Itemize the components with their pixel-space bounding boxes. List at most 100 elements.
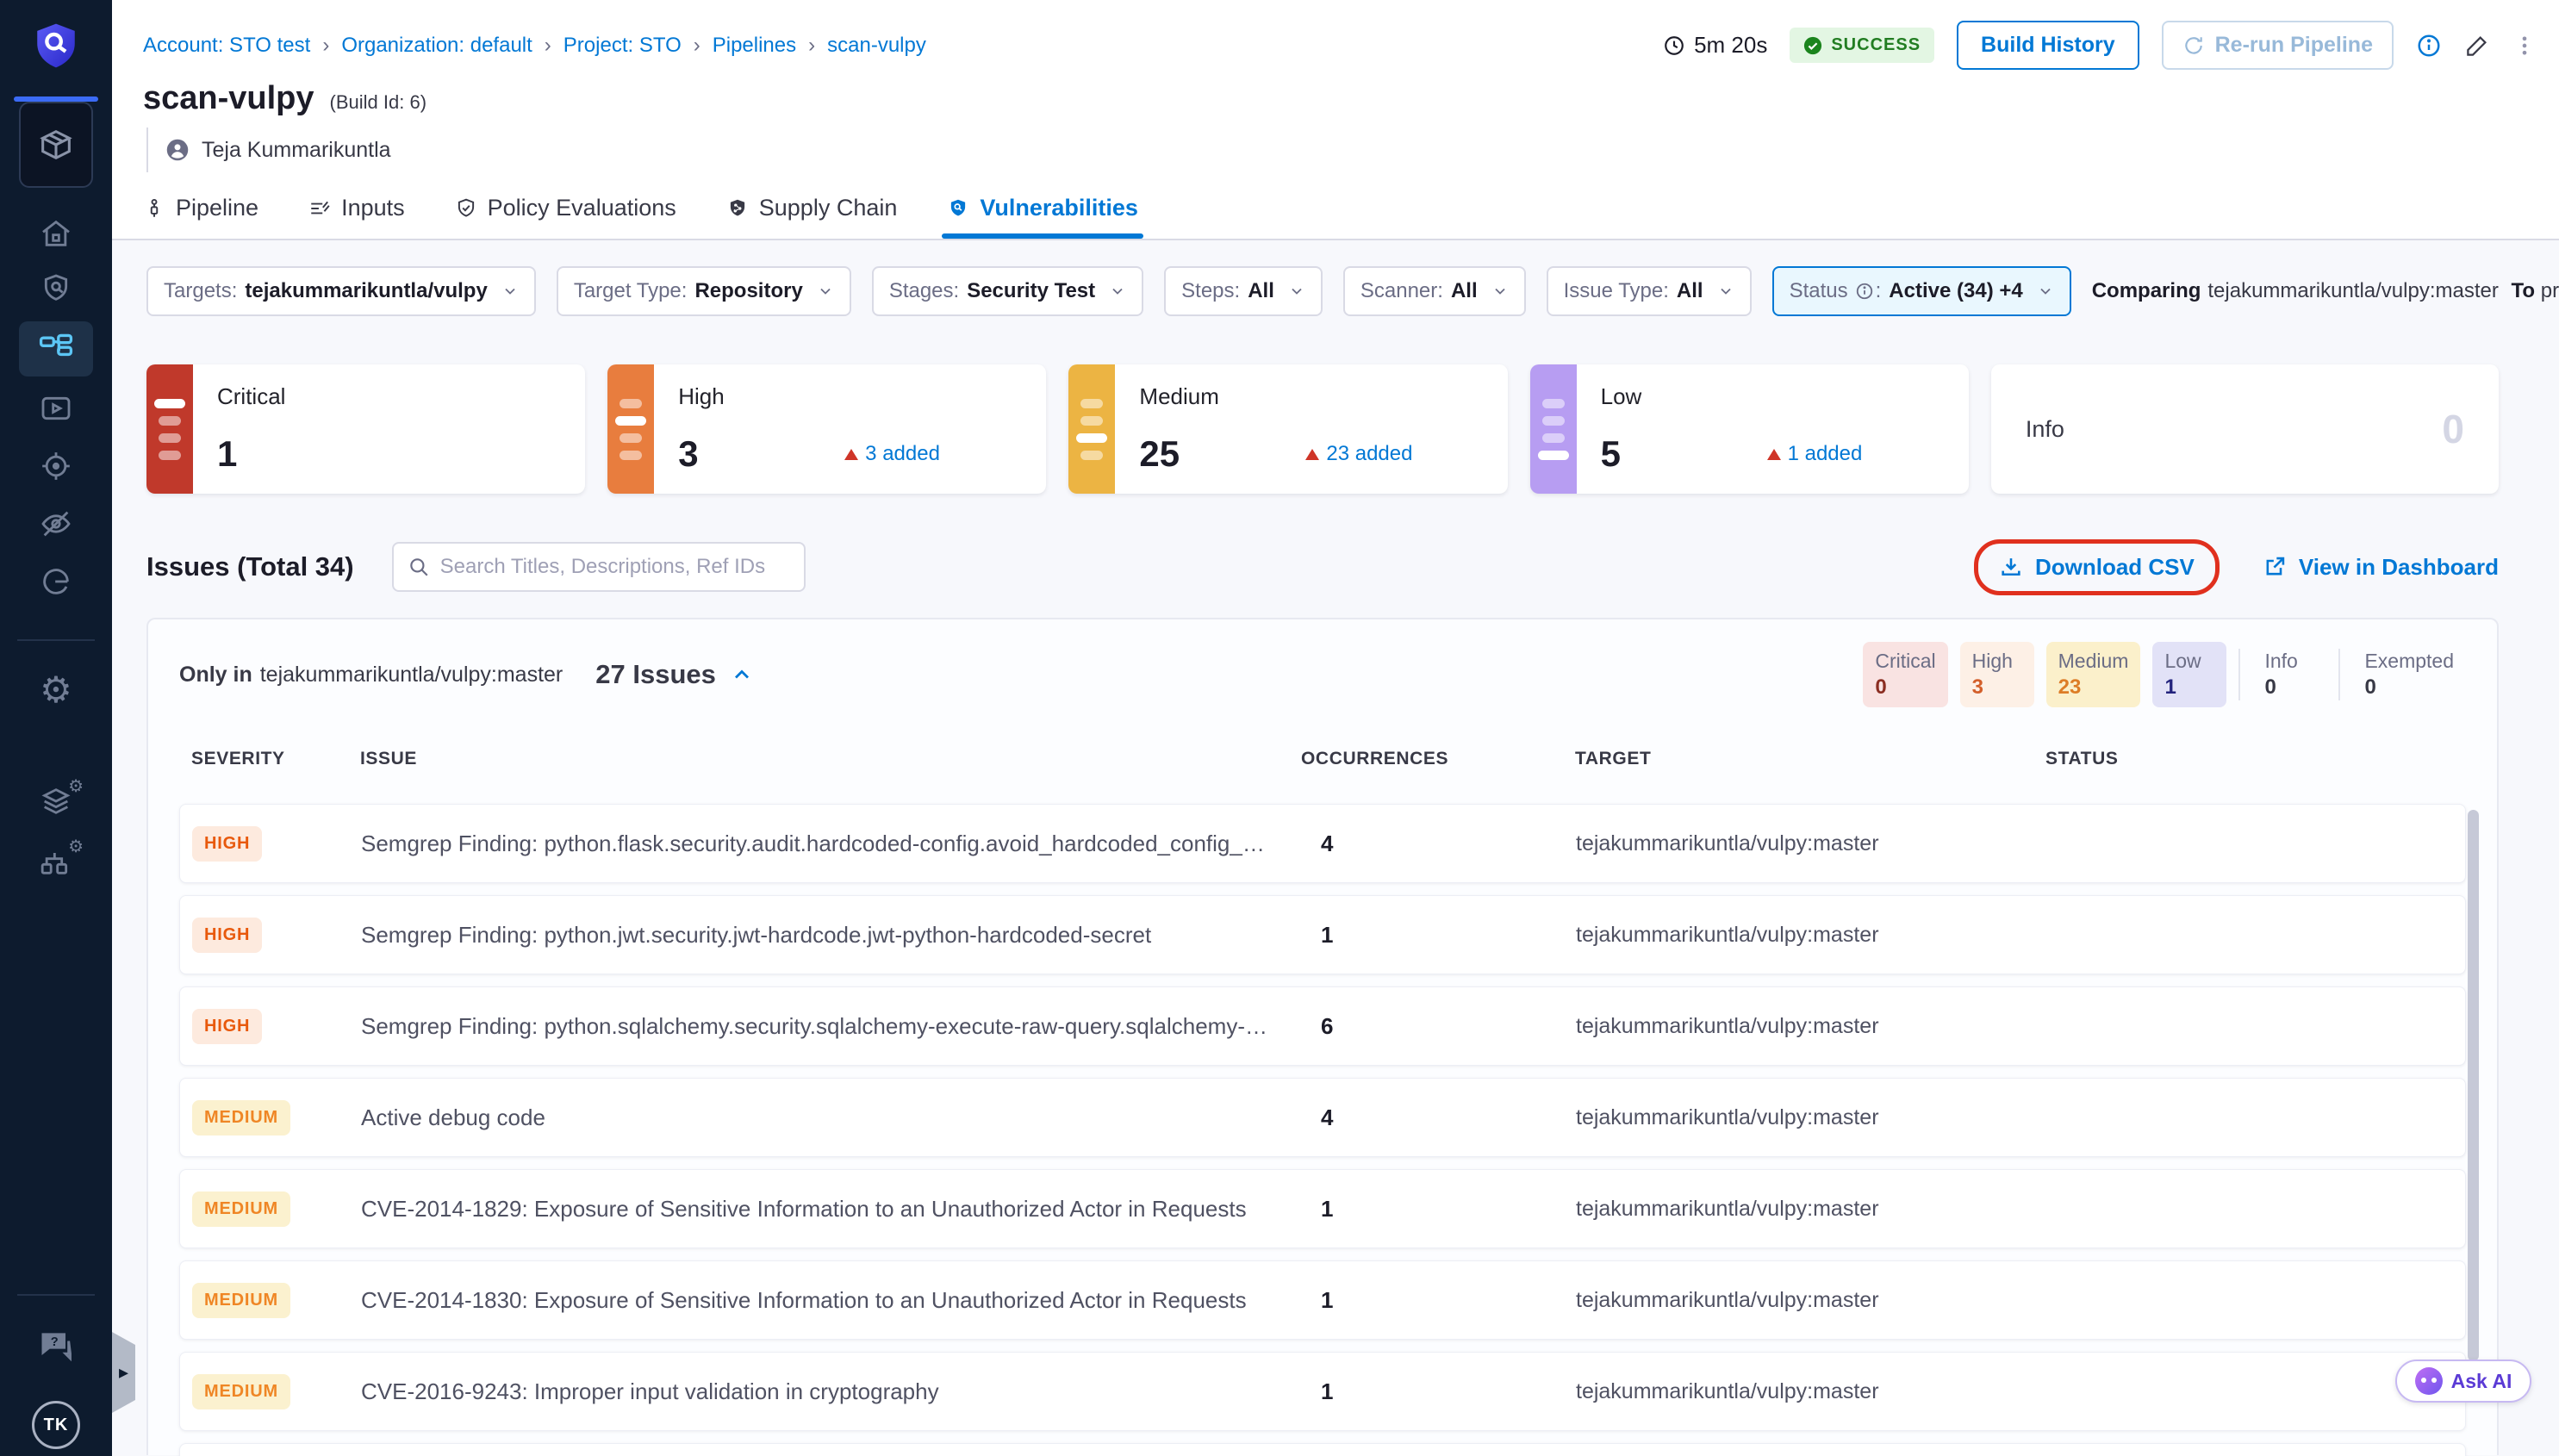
- vertical-scrollbar[interactable]: [2468, 810, 2479, 1361]
- info-icon[interactable]: [2416, 33, 2442, 59]
- download-csv-button[interactable]: Download CSV: [1999, 554, 2195, 581]
- chip-exempted[interactable]: Exempted0: [2352, 642, 2466, 707]
- inputs-icon: [308, 197, 331, 220]
- filter-targets[interactable]: Targets:tejakummarikuntla/vulpy: [146, 266, 536, 316]
- critical-count: 1: [217, 433, 237, 475]
- filter-target-type[interactable]: Target Type:Repository: [557, 266, 851, 316]
- breadcrumb-organization[interactable]: Organization: default: [341, 34, 532, 58]
- build-history-button[interactable]: Build History: [1957, 21, 2139, 70]
- sidebar-divider: [17, 639, 95, 641]
- sidebar-item-baselines[interactable]: [0, 564, 112, 599]
- card-low[interactable]: Low 5 1 added: [1530, 364, 1969, 494]
- tab-pipeline[interactable]: Pipeline: [143, 195, 258, 239]
- sidebar-item-scans[interactable]: [0, 271, 112, 306]
- sto-logo-icon: [0, 21, 112, 71]
- table-row[interactable]: HIGH Semgrep Finding: python.sqlalchemy.…: [179, 986, 2466, 1066]
- info-count: 0: [2442, 406, 2464, 452]
- sidebar-item-organizations[interactable]: ⚙: [0, 844, 112, 879]
- issues-panel: Only in tejakummarikuntla/vulpy:master 2…: [146, 618, 2499, 1455]
- occurrences: 6: [1302, 1013, 1576, 1040]
- shield-network-icon: [726, 197, 749, 220]
- up-triangle-icon: [1767, 449, 1781, 460]
- user-avatar[interactable]: TK: [32, 1401, 80, 1449]
- breadcrumb-pipelines[interactable]: Pipelines: [713, 34, 796, 58]
- occurrences: 4: [1302, 1104, 1576, 1131]
- added-indicator: 3 added: [844, 442, 940, 466]
- chip-info[interactable]: Info0: [2252, 642, 2326, 707]
- severity-badge: HIGH: [192, 1009, 262, 1044]
- chip-critical[interactable]: Critical0: [1863, 642, 1947, 707]
- chevron-down-icon: [1717, 283, 1734, 300]
- check-circle-icon: [1803, 36, 1822, 55]
- view-in-dashboard-button[interactable]: View in Dashboard: [2263, 554, 2499, 581]
- tab-inputs[interactable]: Inputs: [308, 195, 405, 239]
- search-box[interactable]: [392, 542, 806, 592]
- info-icon: [1855, 282, 1874, 301]
- tab-vulnerabilities[interactable]: Vulnerabilities: [947, 195, 1138, 239]
- severity-badge: MEDIUM: [192, 1100, 290, 1136]
- sidebar-item-default-settings[interactable]: ⚙: [0, 784, 112, 818]
- sidebar-item-home[interactable]: [0, 216, 112, 251]
- up-triangle-icon: [1305, 449, 1319, 460]
- sidebar-item-pipelines[interactable]: [19, 321, 93, 376]
- target-name: tejakummarikuntla/vulpy:master: [1576, 831, 2046, 856]
- card-info[interactable]: Info 0: [1991, 364, 2499, 494]
- breadcrumb-project[interactable]: Project: STO: [563, 34, 682, 58]
- severity-gauge-icon: [1068, 364, 1115, 494]
- severity-chip-filters: Critical0 High3 Medium23 Low1 Info0 Exem…: [1863, 642, 2466, 707]
- sidebar-item-settings[interactable]: ⚙: [0, 672, 112, 708]
- search-input[interactable]: [440, 555, 790, 579]
- chip-medium[interactable]: Medium23: [2046, 642, 2141, 707]
- filter-status[interactable]: Status : Active (34) +4: [1772, 266, 2071, 316]
- severity-summary: Critical 1 High 3 3 added Medium 25 23 a…: [146, 364, 2499, 494]
- group-target: tejakummarikuntla/vulpy:master: [260, 663, 563, 688]
- content-area: Targets:tejakummarikuntla/vulpy Target T…: [112, 266, 2559, 1455]
- occurrences: 1: [1302, 922, 1576, 949]
- chevron-down-icon: [2037, 283, 2054, 300]
- sidebar-item-exemptions[interactable]: [0, 507, 112, 541]
- table-row[interactable]: MEDIUM Active debug code 4 tejakummariku…: [179, 1078, 2466, 1157]
- sidebar-item-executions[interactable]: [0, 391, 112, 426]
- kebab-menu-icon[interactable]: [2512, 34, 2537, 58]
- chip-high[interactable]: High3: [1960, 642, 2034, 707]
- table-row[interactable]: MEDIUM CVE-2017-11424: PyJWT: vulnerable…: [179, 1443, 2466, 1456]
- filter-steps[interactable]: Steps:All: [1164, 266, 1323, 316]
- sidebar-item-module-switcher[interactable]: [19, 102, 93, 188]
- filter-issue-type[interactable]: Issue Type:All: [1547, 266, 1752, 316]
- table-row[interactable]: HIGH Semgrep Finding: python.jwt.securit…: [179, 895, 2466, 974]
- breadcrumb-current[interactable]: scan-vulpy: [827, 34, 926, 58]
- rerun-pipeline-button[interactable]: Re-run Pipeline: [2162, 21, 2394, 70]
- page-header: Account: STO test Organization: default …: [112, 0, 2559, 240]
- issues-heading: Issues (Total 34): [146, 551, 354, 582]
- chip-low[interactable]: Low1: [2152, 642, 2226, 707]
- tab-policy-evaluations[interactable]: Policy Evaluations: [455, 195, 676, 239]
- sidebar-item-targets[interactable]: [0, 449, 112, 483]
- ask-ai-button[interactable]: Ask AI: [2395, 1360, 2531, 1403]
- table-row[interactable]: HIGH Semgrep Finding: python.flask.secur…: [179, 804, 2466, 883]
- target-name: tejakummarikuntla/vulpy:master: [1576, 1379, 2046, 1404]
- filter-scanner[interactable]: Scanner:All: [1343, 266, 1526, 316]
- card-critical[interactable]: Critical 1: [146, 364, 585, 494]
- tab-bar: Pipeline Inputs Policy Evaluations Suppl…: [143, 195, 1138, 239]
- breadcrumb-separator: [808, 34, 815, 58]
- edit-icon[interactable]: [2464, 33, 2490, 59]
- collapse-group-icon[interactable]: [730, 663, 754, 687]
- table-row[interactable]: MEDIUM CVE-2014-1829: Exposure of Sensit…: [179, 1169, 2466, 1248]
- card-medium[interactable]: Medium 25 23 added: [1068, 364, 1507, 494]
- sidebar-item-help-chat[interactable]: ?: [0, 1327, 112, 1365]
- tab-supply-chain[interactable]: Supply Chain: [726, 195, 898, 239]
- chip-divider: [2238, 649, 2240, 700]
- target-name: tejakummarikuntla/vulpy:master: [1576, 1288, 2046, 1313]
- breadcrumb-separator: [545, 34, 551, 58]
- download-icon: [1999, 555, 2023, 579]
- card-high[interactable]: High 3 3 added: [607, 364, 1046, 494]
- table-row[interactable]: MEDIUM CVE-2014-1830: Exposure of Sensit…: [179, 1260, 2466, 1340]
- occurrences: 1: [1302, 1378, 1576, 1405]
- breadcrumb-account[interactable]: Account: STO test: [143, 34, 310, 58]
- annotation-highlight: Download CSV: [1974, 539, 2220, 595]
- issue-title: Semgrep Finding: python.flask.security.a…: [361, 831, 1302, 857]
- table-row[interactable]: MEDIUM CVE-2016-9243: Improper input val…: [179, 1352, 2466, 1431]
- main-area: Account: STO test Organization: default …: [112, 0, 2559, 1456]
- filter-stages[interactable]: Stages:Security Test: [872, 266, 1143, 316]
- issue-title: Semgrep Finding: python.sqlalchemy.secur…: [361, 1013, 1302, 1040]
